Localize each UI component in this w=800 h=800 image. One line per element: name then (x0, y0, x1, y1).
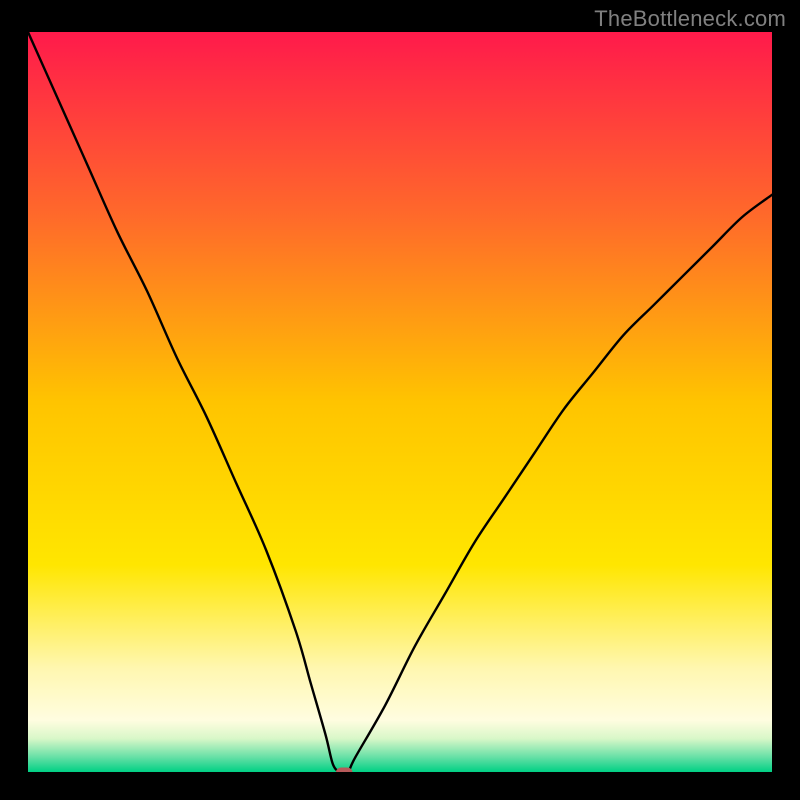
chart-frame: TheBottleneck.com (0, 0, 800, 800)
optimal-point-marker (336, 768, 352, 772)
watermark-label: TheBottleneck.com (594, 6, 786, 32)
chart-svg (28, 32, 772, 772)
plot-area (28, 32, 772, 772)
gradient-background (28, 32, 772, 772)
